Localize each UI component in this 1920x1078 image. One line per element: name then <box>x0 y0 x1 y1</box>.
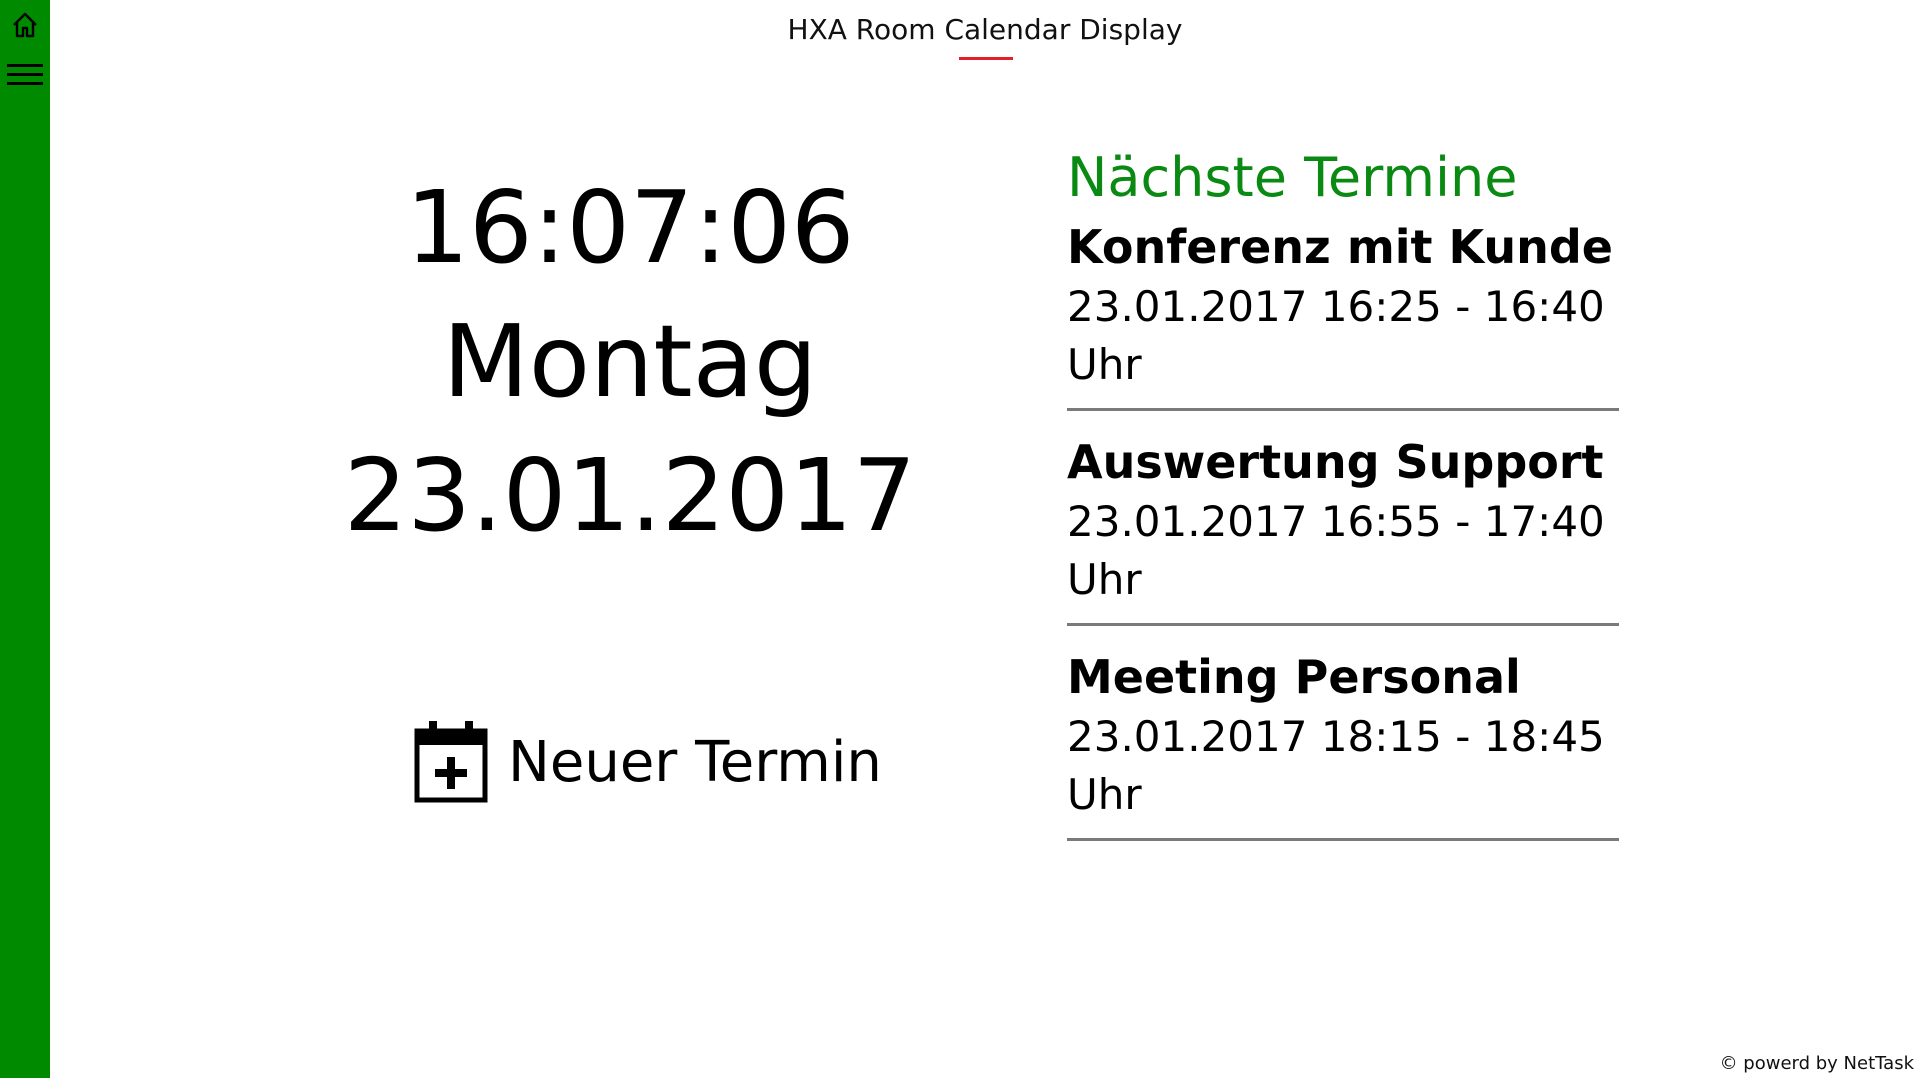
event-title: Konferenz mit Kunde <box>1067 220 1613 274</box>
event-item[interactable]: Meeting Personal 23.01.2017 18:15 - 18:4… <box>1067 646 1619 841</box>
app-title: HXA Room Calendar Display <box>787 13 1183 46</box>
agenda-heading: Nächste Termine <box>1067 146 1518 209</box>
clock-weekday: Montag <box>442 303 818 420</box>
new-appointment-label: Neuer Termin <box>508 730 882 795</box>
title-underline <box>959 57 1013 60</box>
event-item[interactable]: Konferenz mit Kunde 23.01.2017 16:25 - 1… <box>1067 216 1619 411</box>
event-title: Meeting Personal <box>1067 650 1521 704</box>
title-bar: HXA Room Calendar Display <box>50 0 1920 64</box>
event-time: 23.01.2017 18:15 - 18:45 Uhr <box>1067 712 1605 819</box>
home-icon <box>10 10 40 40</box>
clock-date: 23.01.2017 <box>343 437 917 554</box>
event-title: Auswertung Support <box>1067 435 1604 489</box>
home-button[interactable] <box>0 2 50 48</box>
event-item[interactable]: Auswertung Support 23.01.2017 16:55 - 17… <box>1067 431 1619 626</box>
new-appointment-button[interactable]: Neuer Termin <box>414 718 882 808</box>
hamburger-menu-icon <box>7 60 43 90</box>
event-time: 23.01.2017 16:55 - 17:40 Uhr <box>1067 497 1605 604</box>
menu-button[interactable] <box>0 52 50 98</box>
clock-time: 16:07:06 <box>405 169 855 286</box>
calendar-add-icon <box>414 719 488 807</box>
sidebar <box>0 0 50 1078</box>
upcoming-appointments: Nächste Termine Konferenz mit Kunde 23.0… <box>1067 140 1619 861</box>
event-time: 23.01.2017 16:25 - 16:40 Uhr <box>1067 282 1605 389</box>
footer-credit: © powerd by NetTask <box>1719 1053 1914 1074</box>
